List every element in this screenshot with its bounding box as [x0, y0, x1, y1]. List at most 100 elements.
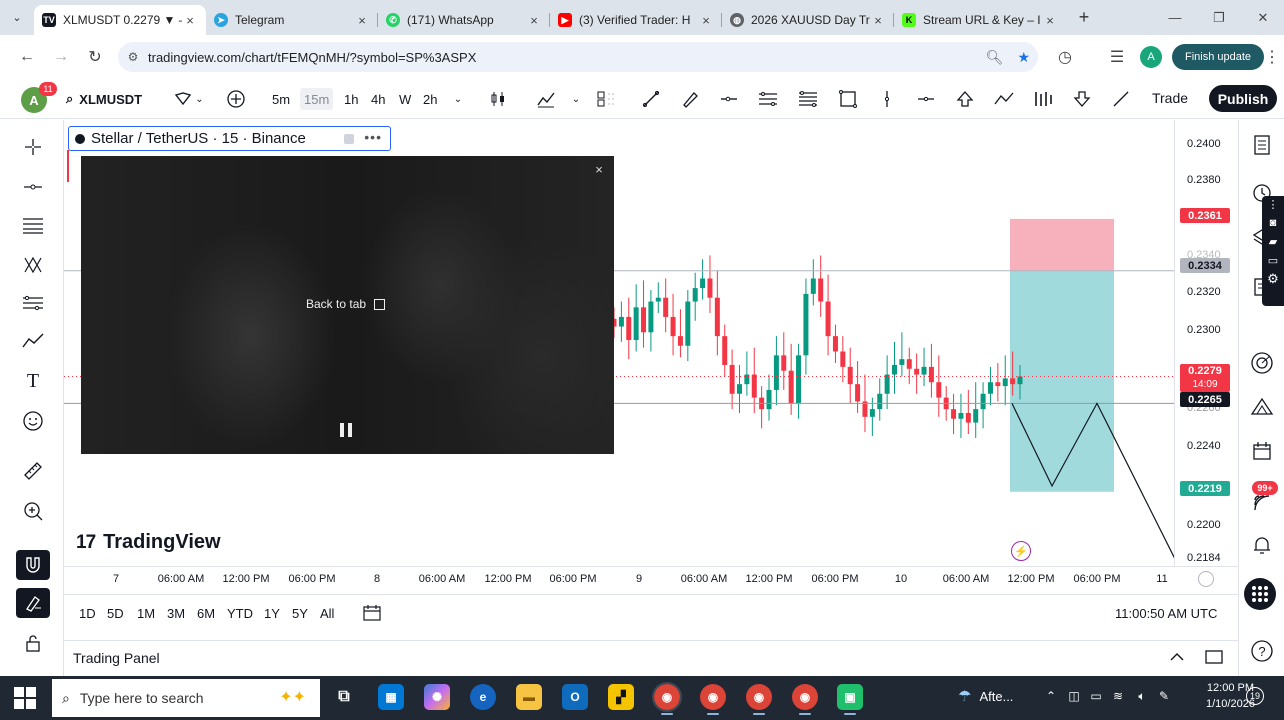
stay-in-drawing-mode-icon[interactable]: [16, 588, 50, 618]
tab-close-icon[interactable]: ×: [1042, 13, 1058, 28]
notification-center-icon[interactable]: 19: [1246, 687, 1264, 705]
video-icon[interactable]: ▰: [1262, 235, 1284, 248]
notifications-bell-icon[interactable]: [1249, 532, 1275, 558]
browser-tab-youtube[interactable]: ▶ (3) Verified Trader: H ×: [550, 5, 722, 35]
screen-icon[interactable]: ▭: [1262, 254, 1284, 267]
zoom-icon[interactable]: 🔍︎: [986, 49, 1004, 66]
path-icon[interactable]: [991, 86, 1017, 112]
arrow-up-icon[interactable]: [952, 86, 978, 112]
range-1m[interactable]: 1M: [137, 606, 155, 621]
battery-icon[interactable]: ▭: [1088, 688, 1104, 704]
url-text[interactable]: tradingview.com/chart/tFEMQnMH/?symbol=S…: [148, 50, 476, 65]
tray-chevron-up-icon[interactable]: ⌃: [1043, 688, 1059, 704]
tab-close-icon[interactable]: ×: [526, 13, 542, 28]
chrome-profile-3-icon[interactable]: ◉: [746, 684, 772, 715]
symbol-legend[interactable]: Stellar / TetherUS · 15 · Binance •••: [68, 126, 391, 151]
prediction-tool-icon[interactable]: [16, 288, 50, 318]
window-close-button[interactable]: ✕: [1240, 0, 1284, 35]
chevron-up-icon[interactable]: [1168, 648, 1186, 666]
range-5d[interactable]: 5D: [107, 606, 124, 621]
axis-settings-icon[interactable]: [1198, 571, 1214, 587]
symbol-search[interactable]: ⌕ XLMUSDT: [66, 87, 142, 111]
magnet-icon[interactable]: [16, 550, 50, 580]
range-3m[interactable]: 3M: [167, 606, 185, 621]
interval-5m[interactable]: 5m: [268, 88, 294, 110]
indicators-icon[interactable]: [533, 86, 559, 112]
browser-tab-tradingview[interactable]: TV XLMUSDT 0.2279 ▼ – ×: [34, 5, 206, 35]
brush-tool-icon[interactable]: [16, 326, 50, 356]
streaming-app-icon[interactable]: ▣: [837, 684, 863, 715]
pause-icon[interactable]: [340, 423, 352, 437]
url-bar[interactable]: ⚙ tradingview.com/chart/tFEMQnMH/?symbol…: [118, 42, 1038, 72]
outlook-icon[interactable]: O: [562, 684, 588, 710]
tab-close-icon[interactable]: ×: [870, 13, 886, 28]
sticky-notes-icon[interactable]: ▞: [608, 684, 634, 710]
chrome-profile-4-icon[interactable]: ◉: [792, 684, 818, 715]
maximize-panel-icon[interactable]: [1204, 648, 1224, 666]
apps-grid-icon[interactable]: [1244, 578, 1276, 610]
file-explorer-icon[interactable]: ▬: [516, 684, 542, 710]
browser-tab-xauusd[interactable]: ◍ 2026 XAUUSD Day Tr ×: [722, 5, 894, 35]
more-options-icon[interactable]: •••: [364, 129, 382, 145]
calendar-icon[interactable]: [1249, 438, 1275, 464]
history-icon[interactable]: ◷: [1048, 40, 1082, 74]
go-to-date-icon[interactable]: [362, 604, 382, 625]
lines-tool-icon[interactable]: [16, 210, 50, 240]
tab-close-icon[interactable]: ×: [182, 13, 198, 28]
browser-tab-telegram[interactable]: ➤ Telegram ×: [206, 5, 378, 35]
interval-w[interactable]: W: [395, 88, 415, 110]
long-position-icon[interactable]: [1030, 86, 1056, 112]
range-ytd[interactable]: YTD: [227, 606, 253, 621]
help-icon[interactable]: ?: [1249, 638, 1275, 664]
reload-icon[interactable]: ↻: [78, 40, 112, 74]
reading-list-icon[interactable]: ☰: [1100, 40, 1134, 74]
trend-line-icon[interactable]: [638, 86, 664, 112]
zoom-in-icon[interactable]: [16, 496, 50, 526]
range-1d[interactable]: 1D: [79, 606, 96, 621]
candles-style-icon[interactable]: [485, 86, 511, 112]
publish-button[interactable]: Publish: [1209, 85, 1277, 112]
add-symbol-icon[interactable]: [225, 88, 247, 110]
watchlist-icon[interactable]: [1249, 132, 1275, 158]
settings-gear-icon[interactable]: ⚙: [1262, 271, 1284, 287]
layouts-icon[interactable]: [593, 86, 619, 112]
back-arrow-icon[interactable]: ←: [10, 40, 44, 74]
minimize-button[interactable]: —: [1152, 0, 1198, 35]
target-icon[interactable]: [1249, 350, 1275, 376]
price-axis[interactable]: [1174, 120, 1238, 566]
new-tab-button[interactable]: +: [1070, 7, 1098, 28]
edge-browser-icon[interactable]: e: [470, 684, 496, 710]
copilot-icon[interactable]: ✺: [424, 684, 450, 710]
ray-icon[interactable]: [1108, 86, 1134, 112]
text-tool-icon[interactable]: T: [16, 366, 50, 396]
cross-line-icon[interactable]: [913, 86, 939, 112]
indicators-dropdown-icon[interactable]: ⌄: [568, 86, 584, 112]
browser-profile-avatar[interactable]: A: [1140, 46, 1162, 68]
range-1y[interactable]: 1Y: [264, 606, 280, 621]
forward-arrow-icon[interactable]: →: [44, 40, 78, 74]
tab-search-icon[interactable]: ⌄: [0, 0, 34, 35]
interval-2h[interactable]: 2h: [419, 88, 441, 110]
pattern-tool-icon[interactable]: [16, 250, 50, 280]
pen-icon[interactable]: [677, 86, 703, 112]
arrow-down-icon[interactable]: [1069, 86, 1095, 112]
crosshair-icon[interactable]: [16, 132, 50, 162]
range-all[interactable]: All: [320, 606, 334, 621]
wifi-icon[interactable]: ≋: [1110, 688, 1126, 704]
interval-4h[interactable]: 4h: [367, 88, 389, 110]
chrome-profile-2-icon[interactable]: ◉: [700, 684, 726, 715]
trading-panel-tab[interactable]: Trading Panel: [73, 650, 160, 666]
restore-button[interactable]: ❐: [1196, 0, 1242, 35]
taskbar-search-box[interactable]: ⌕ Type here to search ✦✦: [52, 679, 320, 717]
camera-icon[interactable]: ◙: [1262, 217, 1284, 229]
vertical-line-icon[interactable]: [874, 86, 900, 112]
microsoft-store-icon[interactable]: ▦: [378, 684, 404, 710]
lightning-icon[interactable]: ⚡: [1011, 541, 1031, 561]
windows-start-icon[interactable]: [14, 687, 36, 709]
parallel-channel-icon[interactable]: [755, 86, 781, 112]
utc-clock[interactable]: 11:00:50 AM UTC: [1115, 606, 1217, 621]
pip-close-button[interactable]: ×: [592, 162, 606, 178]
task-view-icon[interactable]: ⧉: [331, 684, 357, 710]
lock-icon[interactable]: [16, 628, 50, 658]
intervals-dropdown-icon[interactable]: ⌄: [451, 88, 465, 110]
